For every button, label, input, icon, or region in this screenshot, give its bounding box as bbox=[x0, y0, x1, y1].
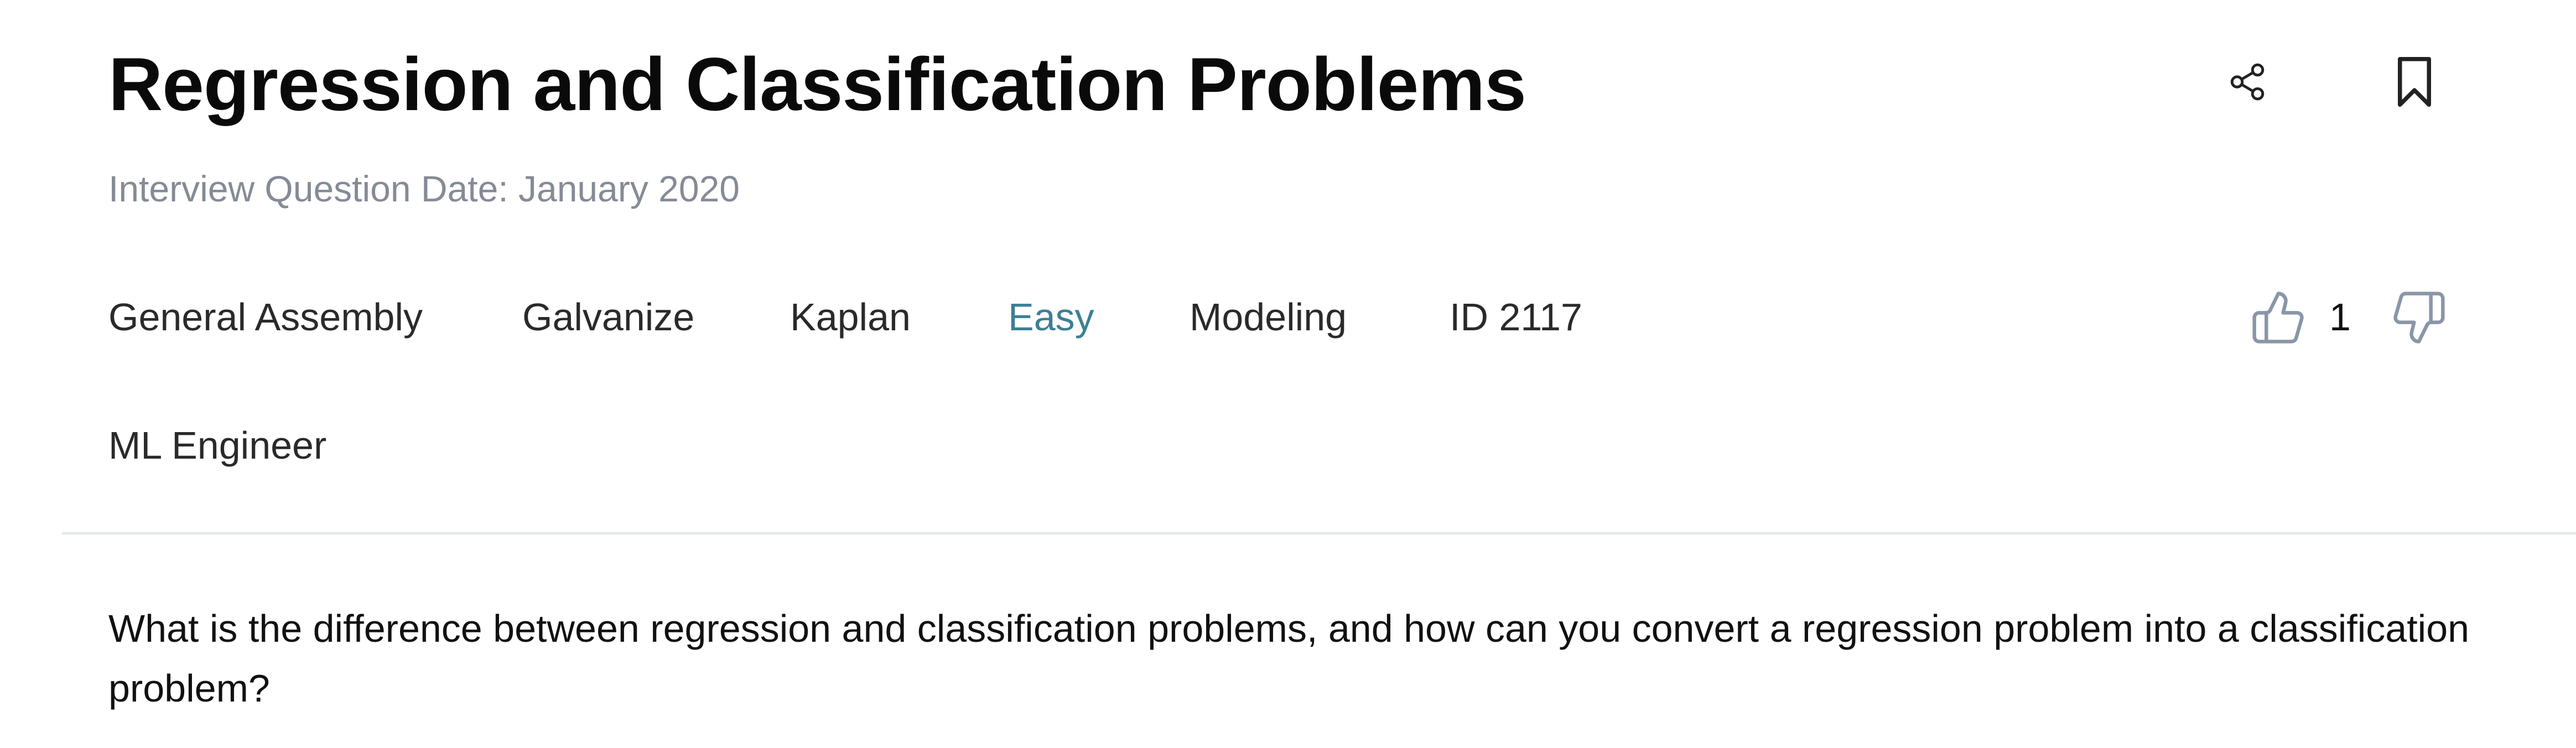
role-tag[interactable]: ML Engineer bbox=[108, 420, 326, 470]
question-date: Interview Question Date: January 2020 bbox=[108, 168, 740, 209]
category-tag[interactable]: Modeling bbox=[1190, 292, 1347, 342]
thumbs-up-icon bbox=[2252, 292, 2304, 344]
question-text: What is the difference between regressio… bbox=[108, 607, 2470, 710]
question-id: ID 2117 bbox=[1450, 295, 1582, 339]
section-divider bbox=[62, 532, 2576, 534]
company-tag-galvanize[interactable]: Galvanize bbox=[522, 292, 694, 342]
bookmark-button[interactable] bbox=[2381, 49, 2448, 115]
company-tag-general-assembly[interactable]: General Assembly bbox=[108, 292, 423, 342]
bookmark-icon bbox=[2398, 57, 2431, 107]
upvote-button[interactable] bbox=[2245, 284, 2312, 351]
share-button[interactable] bbox=[2214, 49, 2281, 115]
difficulty-tag[interactable]: Easy bbox=[1008, 292, 1094, 342]
vote-count: 1 bbox=[2329, 295, 2351, 339]
page-title: Regression and Classification Problems bbox=[108, 42, 1526, 126]
downvote-button[interactable] bbox=[2386, 284, 2452, 351]
company-tag-kaplan[interactable]: Kaplan bbox=[790, 292, 911, 342]
share-icon bbox=[2230, 63, 2265, 101]
thumbs-down-icon bbox=[2393, 292, 2445, 344]
